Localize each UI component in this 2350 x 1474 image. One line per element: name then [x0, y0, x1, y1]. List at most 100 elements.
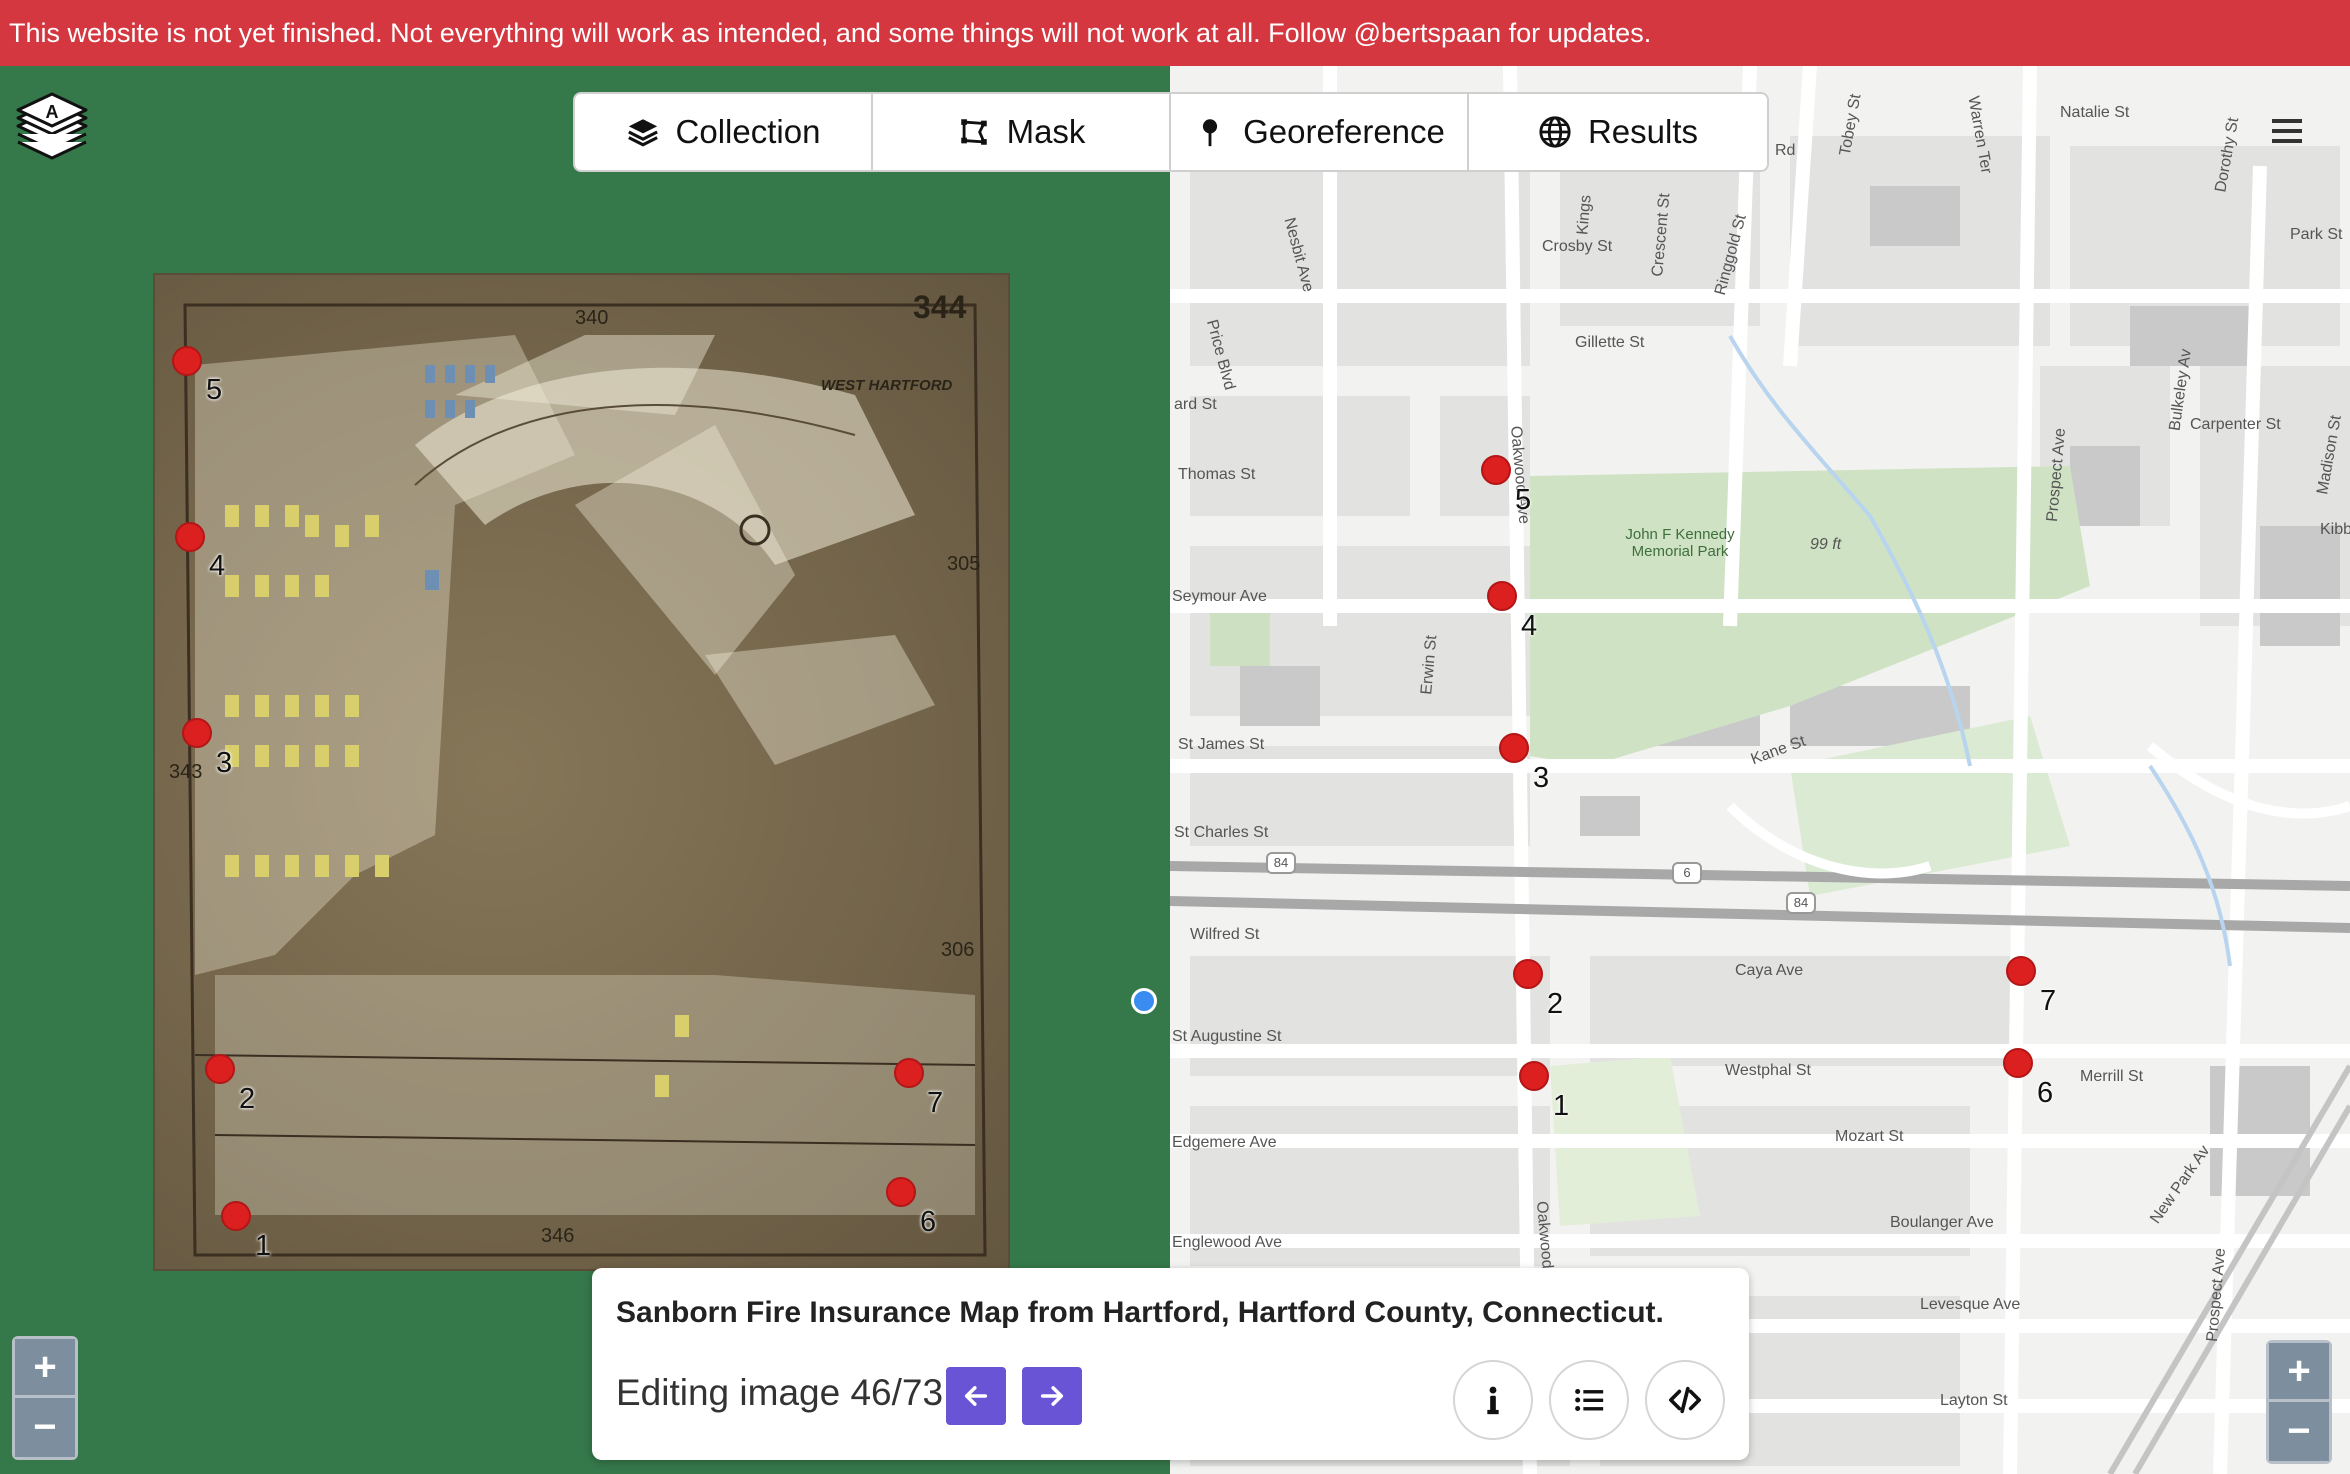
place-label: WEST HARTFORD: [821, 377, 953, 394]
map-zoom-control: + −: [2266, 1340, 2332, 1464]
adjacent-sheet-label: 340: [575, 307, 609, 329]
tab-mask[interactable]: Mask: [873, 94, 1171, 170]
pin-icon: [1203, 119, 1218, 147]
info-icon: [1487, 1386, 1499, 1415]
previous-image-button[interactable]: [946, 1367, 1006, 1425]
street-label: Carpenter St: [2190, 416, 2281, 433]
highway-shield: 84: [1786, 892, 1816, 914]
gcp-marker[interactable]: [1519, 1061, 1549, 1091]
basemap: [1170, 66, 2350, 1474]
layers-icon: [627, 119, 658, 147]
image-zoom-control: + −: [12, 1336, 78, 1460]
gcp-label: 6: [920, 1206, 937, 1238]
street-label: Boulanger Ave: [1890, 1214, 1994, 1231]
street-label: Englewood Ave: [1172, 1234, 1283, 1251]
gcp-marker[interactable]: [1487, 581, 1517, 611]
gcp-marker[interactable]: [182, 718, 212, 748]
gcp-marker[interactable]: [2006, 956, 2036, 986]
gcp-label: 6: [2037, 1077, 2054, 1109]
tab-label: Mask: [1006, 113, 1086, 150]
street-label: Levesque Ave: [1920, 1296, 2021, 1313]
mode-tabs: Collection Mask Georeference Results: [573, 92, 1769, 172]
gcp-label: 2: [1547, 988, 1564, 1020]
tab-georeference[interactable]: Georeference: [1171, 94, 1469, 170]
polygon-icon: [960, 119, 987, 145]
arrow-left-icon: [964, 1386, 988, 1406]
gcp-label: 7: [2040, 985, 2057, 1017]
adjacent-sheet-label: 305: [947, 553, 981, 575]
tab-label: Collection: [675, 113, 821, 150]
scanned-map-image[interactable]: 344 340 305 306 346 343 WEST HARTFORD: [153, 273, 1010, 1271]
code-button[interactable]: [1645, 1360, 1725, 1440]
tab-label: Georeference: [1243, 113, 1445, 150]
gcp-label: 7: [927, 1087, 944, 1119]
app-logo-icon[interactable]: A: [12, 84, 92, 164]
street-label: Rd: [1775, 142, 1796, 159]
street-label: St Augustine St: [1172, 1028, 1282, 1045]
gcp-label: 4: [209, 550, 226, 582]
street-label: Park St: [2290, 226, 2343, 243]
gcp-marker[interactable]: [1513, 959, 1543, 989]
gcp-marker[interactable]: [886, 1177, 916, 1207]
street-label: Mozart St: [1835, 1128, 1904, 1145]
gcp-label: 3: [1533, 762, 1550, 794]
street-label: Caya Ave: [1735, 962, 1804, 979]
street-label: Westphal St: [1725, 1062, 1811, 1079]
image-info-panel: Sanborn Fire Insurance Map from Hartford…: [592, 1268, 1749, 1460]
gcp-label: 1: [1553, 1090, 1570, 1122]
split-handle[interactable]: [1131, 988, 1157, 1014]
adjacent-sheet-label: 343: [169, 761, 203, 783]
zoom-in-button[interactable]: +: [2269, 1343, 2329, 1402]
gcp-marker[interactable]: [221, 1201, 251, 1231]
adjacent-sheet-label: 306: [941, 939, 975, 961]
street-label: Thomas St: [1178, 466, 1256, 483]
tab-label: Results: [1587, 113, 1699, 150]
gcp-label: 5: [206, 374, 223, 406]
street-label: St James St: [1178, 736, 1265, 753]
arrow-right-icon: [1040, 1386, 1064, 1406]
street-label: Seymour Ave: [1172, 588, 1267, 605]
adjacent-sheet-label: 346: [541, 1225, 575, 1247]
gcp-marker[interactable]: [2003, 1048, 2033, 1078]
street-label: Layton St: [1940, 1392, 2008, 1409]
menu-icon[interactable]: [2270, 116, 2304, 146]
warning-banner: This website is not yet finished. Not ev…: [0, 0, 2350, 66]
code-icon: [1668, 1386, 1702, 1414]
tab-collection[interactable]: Collection: [575, 94, 873, 170]
zoom-out-button[interactable]: −: [15, 1398, 75, 1457]
list-icon: [1575, 1388, 1604, 1412]
zoom-in-button[interactable]: +: [15, 1339, 75, 1398]
street-label: St Charles St: [1174, 824, 1269, 841]
gcp-marker[interactable]: [172, 346, 202, 376]
globe-icon: [1539, 116, 1571, 148]
street-label: Natalie St: [2060, 104, 2130, 121]
next-image-button[interactable]: [1022, 1367, 1082, 1425]
tab-results[interactable]: Results: [1469, 94, 1767, 170]
gcp-marker[interactable]: [175, 522, 205, 552]
svg-text:A: A: [46, 102, 59, 122]
street-label: Wilfred St: [1190, 926, 1260, 943]
street-label: Gillette St: [1575, 334, 1645, 351]
park-label: John F Kennedy Memorial Park: [1625, 526, 1735, 560]
gcp-marker[interactable]: [205, 1054, 235, 1084]
street-label: Merrill St: [2080, 1068, 2144, 1085]
street-label: Crosby St: [1542, 238, 1613, 255]
highway-shield: 6: [1672, 862, 1702, 884]
info-button[interactable]: [1453, 1360, 1533, 1440]
gcp-marker[interactable]: [1481, 455, 1511, 485]
gcp-marker[interactable]: [894, 1058, 924, 1088]
street-label: Edgemere Ave: [1172, 1134, 1277, 1151]
highway-shield: 84: [1266, 852, 1296, 874]
editing-status: Editing image 46/73: [616, 1372, 944, 1413]
map-viewer[interactable]: Natalie St Warren Ter Tobey St Dorothy S…: [1170, 66, 2350, 1474]
street-label: Kibbe: [2320, 521, 2350, 538]
list-button[interactable]: [1549, 1360, 1629, 1440]
gcp-label: 4: [1521, 610, 1538, 642]
elevation-label: 99 ft: [1810, 536, 1842, 553]
gcp-label: 2: [239, 1083, 256, 1115]
street-label: Kings: [1574, 194, 1595, 236]
gcp-label: 1: [255, 1230, 272, 1262]
street-label: ard St: [1174, 396, 1217, 413]
zoom-out-button[interactable]: −: [2269, 1402, 2329, 1461]
gcp-marker[interactable]: [1499, 733, 1529, 763]
